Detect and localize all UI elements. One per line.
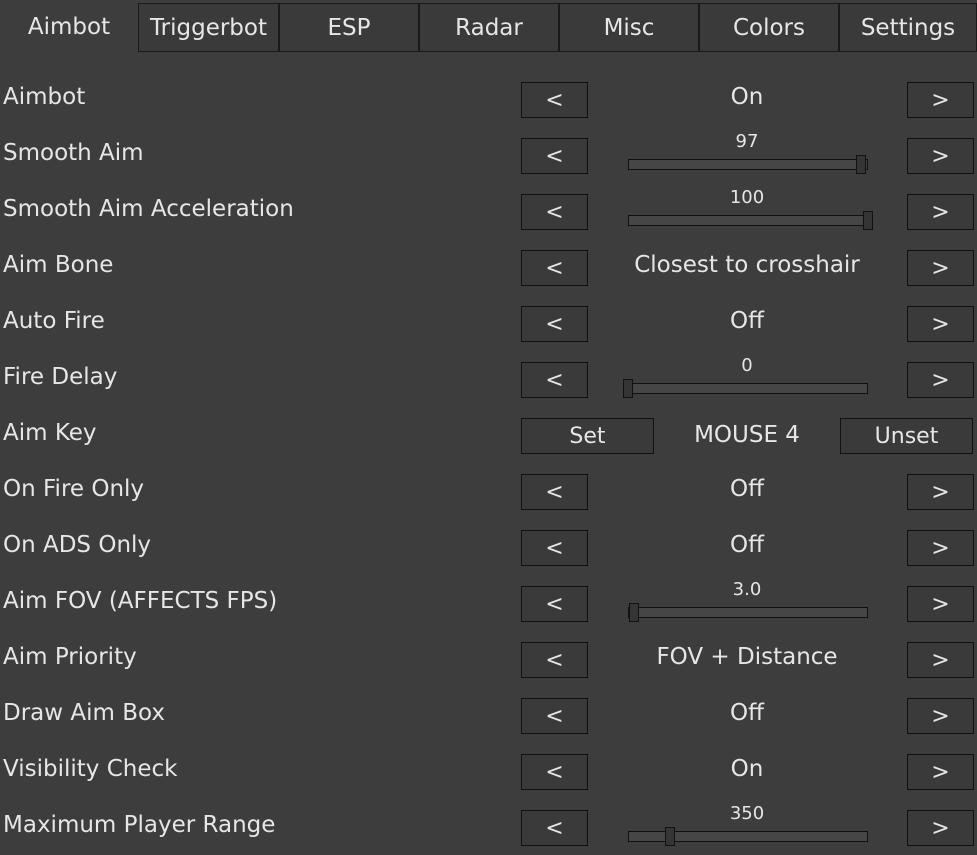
setting-value: Off [730, 476, 764, 502]
decrease-button[interactable]: < [521, 82, 588, 118]
decrease-button[interactable]: < [521, 474, 588, 510]
setting-row-aim-fov-affects-fps: Aim FOV (AFFECTS FPS) < >3.0 [0, 575, 977, 631]
increase-button[interactable]: > [907, 250, 974, 286]
tab-bar: Aimbot Triggerbot ESP Radar Misc Colors Settin… [0, 0, 977, 53]
setting-label: Aim Priority [3, 644, 137, 670]
setting-label: Aim Key [3, 420, 97, 446]
slider-track[interactable] [628, 215, 868, 226]
setting-row-draw-aim-box: Draw Aim Box < > Off [0, 687, 977, 743]
setting-label: Maximum Player Range [3, 812, 276, 838]
slider-handle[interactable] [623, 379, 633, 398]
increase-button[interactable]: > [907, 362, 974, 398]
setting-value: Off [730, 308, 764, 334]
tab-esp[interactable]: ESP [279, 3, 419, 52]
slider-track[interactable] [628, 383, 868, 394]
slider-track[interactable] [628, 607, 868, 618]
setting-label: Smooth Aim Acceleration [3, 196, 294, 222]
setting-row-aim-key: Aim Key Set MOUSE 4 Unset [0, 407, 977, 463]
slider-value: 3.0 [732, 579, 762, 600]
setting-label: Aimbot [3, 84, 86, 110]
slider-value: 97 [735, 131, 759, 152]
increase-button[interactable]: > [907, 82, 974, 118]
tab-radar[interactable]: Radar [419, 3, 559, 52]
setting-row-aimbot: Aimbot < > On [0, 71, 977, 127]
decrease-button[interactable]: < [521, 754, 588, 790]
slider-value: 100 [729, 187, 765, 208]
decrease-button[interactable]: < [521, 810, 588, 846]
decrease-button[interactable]: < [521, 250, 588, 286]
increase-button[interactable]: > [907, 642, 974, 678]
setting-label: On Fire Only [3, 476, 145, 502]
tab-aimbot[interactable]: Aimbot [0, 0, 138, 53]
setting-label: Aim Bone [3, 252, 114, 278]
setting-row-fire-delay: Fire Delay < >0 [0, 351, 977, 407]
slider-handle[interactable] [629, 603, 639, 622]
tab-settings[interactable]: Settings [839, 3, 977, 52]
setting-row-auto-fire: Auto Fire < > Off [0, 295, 977, 351]
setting-value: Off [730, 532, 764, 558]
decrease-button[interactable]: < [521, 642, 588, 678]
tab-triggerbot[interactable]: Triggerbot [138, 3, 279, 52]
setting-value: FOV + Distance [656, 644, 838, 670]
tab-misc[interactable]: Misc [559, 3, 699, 52]
setting-label: Aim FOV (AFFECTS FPS) [3, 588, 278, 614]
decrease-button[interactable]: < [521, 586, 588, 622]
setting-row-visibility-check: Visibility Check < > On [0, 743, 977, 799]
decrease-button[interactable]: < [521, 138, 588, 174]
increase-button[interactable]: > [907, 138, 974, 174]
setting-label: Fire Delay [3, 364, 118, 390]
increase-button[interactable]: > [907, 698, 974, 734]
slider-value: 0 [741, 355, 753, 376]
slider-handle[interactable] [665, 827, 675, 846]
setting-row-smooth-aim-acceleration: Smooth Aim Acceleration < >100 [0, 183, 977, 239]
slider-handle[interactable] [863, 211, 873, 230]
setting-row-on-ads-only: On ADS Only < > Off [0, 519, 977, 575]
setting-label: Smooth Aim [3, 140, 144, 166]
increase-button[interactable]: > [907, 530, 974, 566]
decrease-button[interactable]: < [521, 306, 588, 342]
increase-button[interactable]: > [907, 194, 974, 230]
slider-value: 350 [729, 803, 765, 824]
increase-button[interactable]: > [907, 306, 974, 342]
setting-row-aim-priority: Aim Priority < > FOV + Distance [0, 631, 977, 687]
slider-track[interactable] [628, 831, 868, 842]
decrease-button[interactable]: < [521, 698, 588, 734]
increase-button[interactable]: > [907, 810, 974, 846]
setting-row-aim-bone: Aim Bone < > Closest to crosshair [0, 239, 977, 295]
decrease-button[interactable]: < [521, 530, 588, 566]
slider-track[interactable] [628, 159, 868, 170]
increase-button[interactable]: > [907, 474, 974, 510]
setting-value: Closest to crosshair [634, 252, 860, 278]
setting-row-on-fire-only: On Fire Only < > Off [0, 463, 977, 519]
settings-window: Aimbot Triggerbot ESP Radar Misc Colors Settin… [0, 0, 977, 855]
setting-row-smooth-aim: Smooth Aim < >97 [0, 127, 977, 183]
increase-button[interactable]: > [907, 586, 974, 622]
setting-label: On ADS Only [3, 532, 152, 558]
slider-handle[interactable] [855, 155, 866, 174]
decrease-button[interactable]: < [521, 362, 588, 398]
setting-label: Visibility Check [3, 756, 178, 782]
tab-colors[interactable]: Colors [699, 3, 839, 52]
setting-row-maximum-player-range: Maximum Player Range < >350 [0, 799, 977, 855]
unset-key-button[interactable]: Unset [840, 418, 973, 454]
setting-value: On [730, 84, 764, 110]
increase-button[interactable]: > [907, 754, 974, 790]
decrease-button[interactable]: < [521, 194, 588, 230]
setting-label: Draw Aim Box [3, 700, 165, 726]
setting-label: Auto Fire [3, 308, 105, 334]
setting-value: On [730, 756, 764, 782]
setting-value: Off [730, 700, 764, 726]
